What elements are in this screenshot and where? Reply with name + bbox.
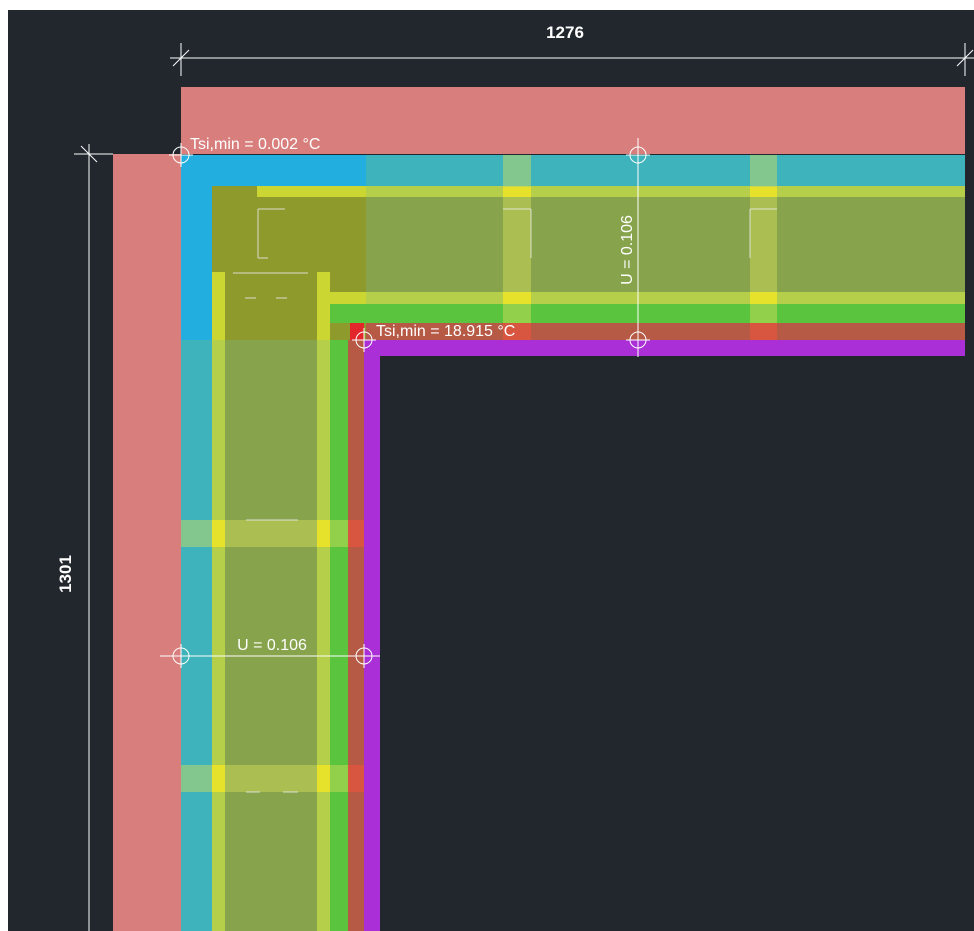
cladding-left[interactable] bbox=[113, 154, 181, 931]
left-wall-purple-layer[interactable] bbox=[364, 356, 380, 931]
left-dimension-label: 1301 bbox=[56, 555, 75, 593]
cad-viewport[interactable]: 1276 1301 Tsi,min = 0.002 °C Tsi,min = 1… bbox=[8, 10, 974, 931]
tsi-outer-label: Tsi,min = 0.002 °C bbox=[190, 136, 320, 153]
left-wall-cyan-layer[interactable] bbox=[181, 340, 212, 931]
u-left-label: U = 0.106 bbox=[237, 637, 307, 654]
left-wall-green-layer[interactable] bbox=[330, 323, 348, 931]
top-stud-2-yellow-b bbox=[750, 292, 777, 304]
corner-yellow-left bbox=[212, 272, 225, 340]
top-stud-2-red bbox=[750, 323, 777, 340]
left-stud-1[interactable] bbox=[181, 520, 364, 547]
top-stud-2[interactable] bbox=[750, 155, 777, 340]
top-wall-green-layer[interactable] bbox=[330, 304, 965, 323]
top-stud-1-yellow-b bbox=[503, 292, 531, 304]
left-wall-insulation[interactable] bbox=[225, 340, 317, 931]
corner-yellow-inner-h bbox=[330, 292, 366, 304]
left-stud-2-yellow-b bbox=[317, 765, 330, 792]
top-stud-2-yellow-a bbox=[750, 187, 777, 197]
u-top-label: U = 0.106 bbox=[619, 215, 636, 285]
top-stud-1-yellow-a bbox=[503, 187, 531, 197]
left-stud-1-yellow-b bbox=[317, 520, 330, 547]
left-wall-yellow-band-inner[interactable] bbox=[317, 340, 330, 931]
left-wall-brown-layer[interactable] bbox=[348, 340, 364, 931]
corner-red-hotspot[interactable] bbox=[350, 323, 364, 340]
top-dimension-label: 1276 bbox=[546, 23, 584, 42]
inner-room[interactable] bbox=[380, 356, 974, 931]
tsi-inner-label: Tsi,min = 18.915 °C bbox=[376, 323, 515, 340]
corner-yellow-inner-v bbox=[317, 272, 330, 340]
top-stud-1[interactable] bbox=[503, 155, 531, 340]
left-wall-yellow-band-outer[interactable] bbox=[212, 340, 225, 931]
left-stud-1-yellow-a bbox=[212, 520, 225, 547]
left-stud-2-red bbox=[348, 765, 364, 792]
top-wall-purple-layer[interactable] bbox=[364, 340, 965, 356]
corner-green-step bbox=[330, 304, 366, 323]
left-stud-2-yellow-a bbox=[212, 765, 225, 792]
wall-corner-drawing[interactable]: 1276 1301 Tsi,min = 0.002 °C Tsi,min = 1… bbox=[8, 10, 974, 931]
corner-yellow-top bbox=[257, 186, 366, 197]
left-stud-2[interactable] bbox=[181, 765, 364, 792]
left-stud-1-red bbox=[348, 520, 364, 547]
